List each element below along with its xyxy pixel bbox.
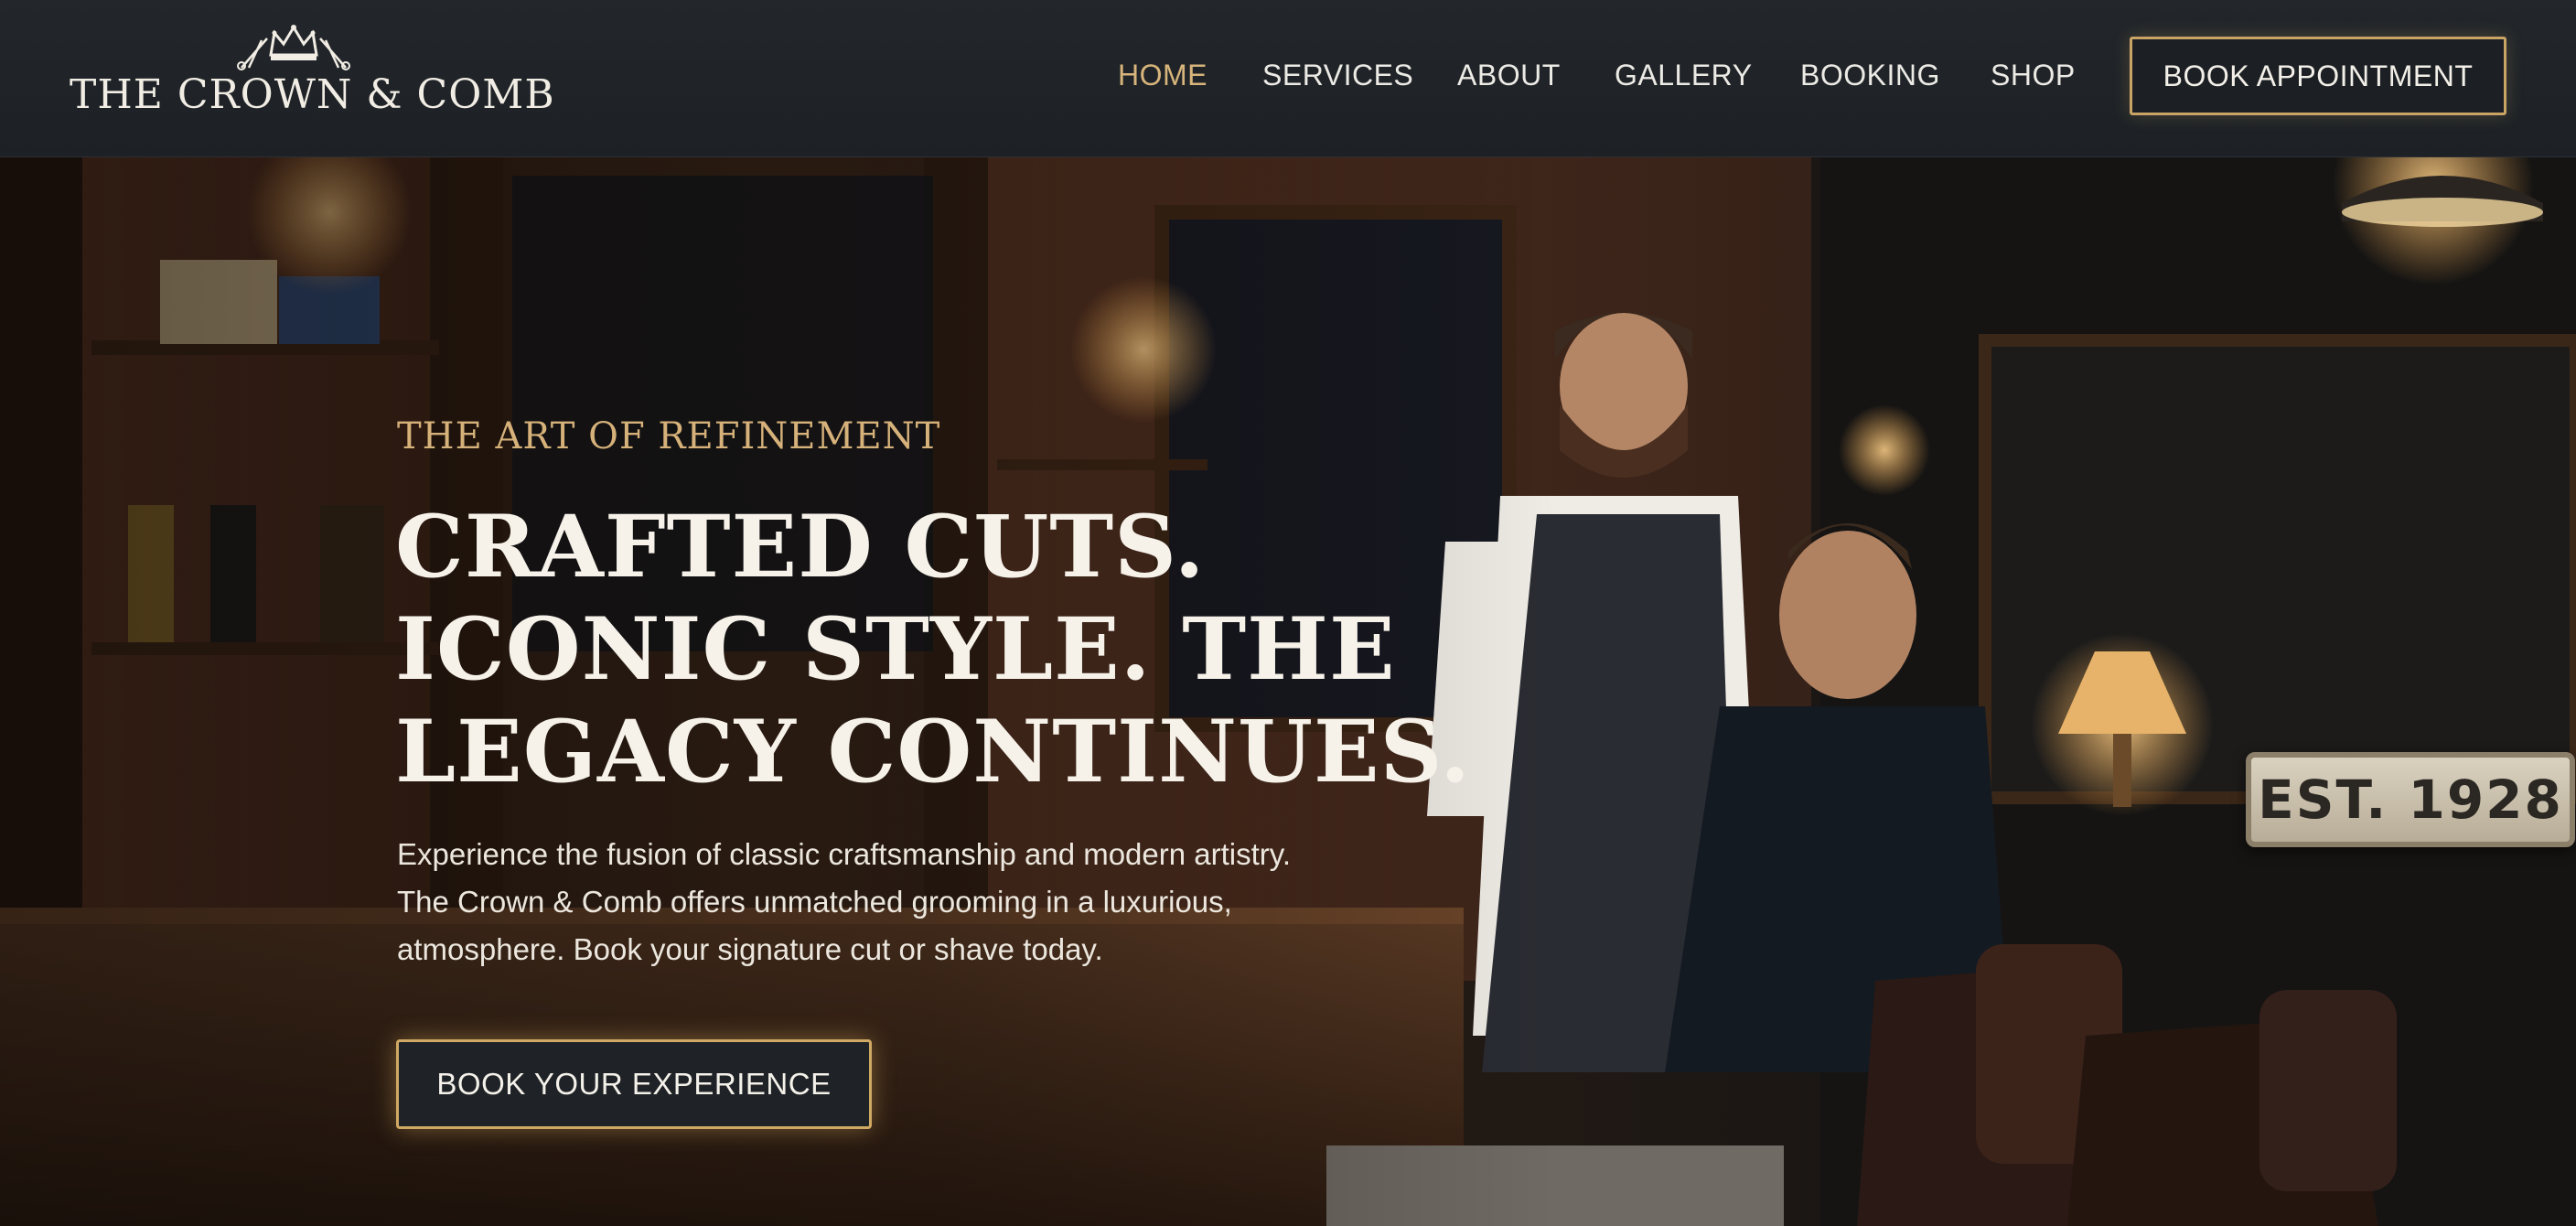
crown-scissors-icon — [237, 25, 350, 70]
description-line: The Crown & Comb offers unmatched groomi… — [397, 885, 1232, 919]
book-appointment-button[interactable]: BOOK APPOINTMENT — [2130, 37, 2506, 115]
site-header: THE CROWN & COMB HOME SERVICES ABOUT GAL… — [0, 0, 2576, 157]
nav-home[interactable]: HOME — [1118, 59, 1208, 92]
nav-gallery[interactable]: GALLERY — [1615, 59, 1753, 92]
nav-booking[interactable]: BOOKING — [1800, 59, 1940, 92]
hero-description: Experience the fusion of classic craftsm… — [397, 831, 1403, 973]
headline-line: LEGACY CONTINUES. — [395, 702, 1471, 802]
headline-line: ICONIC STYLE. THE — [395, 599, 1396, 700]
description-line: atmosphere. Book your signature cut or s… — [397, 932, 1103, 966]
description-line: Experience the fusion of classic craftsm… — [397, 837, 1291, 871]
nav-shop[interactable]: SHOP — [1991, 59, 2076, 92]
hero-eyebrow: THE ART OF REFINEMENT — [397, 415, 941, 457]
hero-section: THE ART OF REFINEMENT CRAFTED CUTS. ICON… — [0, 157, 2576, 1226]
hero-headline: CRAFTED CUTS. ICONIC STYLE. THE LEGACY C… — [395, 496, 1471, 803]
brand-name: THE CROWN & COMB — [70, 71, 555, 118]
established-sign: EST. 1928 — [2246, 752, 2575, 847]
brand-logo[interactable]: THE CROWN & COMB — [70, 20, 555, 121]
book-your-experience-button[interactable]: BOOK YOUR EXPERIENCE — [396, 1039, 872, 1129]
nav-about[interactable]: ABOUT — [1457, 59, 1561, 92]
nav-services[interactable]: SERVICES — [1262, 59, 1413, 92]
headline-line: CRAFTED CUTS. — [395, 497, 1206, 597]
